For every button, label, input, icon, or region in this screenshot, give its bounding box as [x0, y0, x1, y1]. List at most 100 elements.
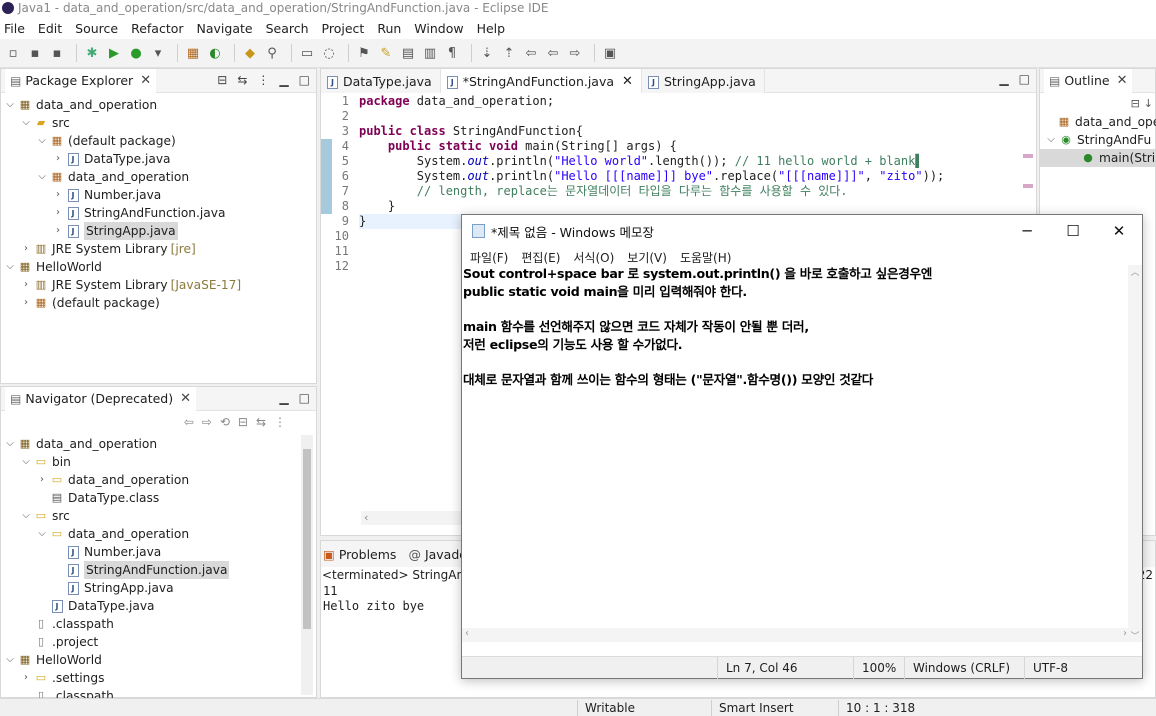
external-tools-icon[interactable]: ▾ [149, 44, 167, 62]
chevron-right-icon[interactable]: › [19, 240, 33, 258]
tree-item[interactable]: › ▥ JRE System Library [jre] [1, 240, 316, 258]
new-package-icon[interactable]: ▦ [184, 44, 202, 62]
notepad-text-area[interactable]: Sout control+space bar 로 system.out.prin… [462, 265, 1130, 645]
chevron-right-icon[interactable]: › [19, 669, 33, 687]
last-edit-icon[interactable]: ⇦ [522, 44, 540, 62]
tree-item[interactable]: J Number.java [1, 543, 301, 561]
tree-item[interactable]: › ▭ .settings [1, 669, 301, 687]
menu-search[interactable]: Search [266, 21, 309, 36]
chevron-down-icon[interactable]: ⌵ [3, 96, 17, 114]
tree-item[interactable]: ⌵ ▦ (default package) [1, 132, 316, 150]
tree-item[interactable]: J StringApp.java [1, 579, 301, 597]
tree-item[interactable]: ⌵ ▦ data_and_operation [1, 96, 316, 114]
menu-refactor[interactable]: Refactor [131, 21, 183, 36]
tree-item[interactable]: ⌵ ◉ StringAndFu [1040, 131, 1155, 149]
chevron-down-icon[interactable]: ⌵ [35, 168, 49, 186]
block-selection-icon[interactable]: ▤ [399, 44, 417, 62]
minimize-icon[interactable]: ▁ [999, 72, 1008, 86]
minimize-icon[interactable]: ─ [1004, 215, 1050, 247]
tree-item[interactable]: ⌵ ▭ src [1, 507, 301, 525]
close-icon[interactable]: ✕ [1096, 215, 1142, 247]
notepad-menu-edit[interactable]: 편집(E) [521, 249, 560, 266]
search-icon[interactable]: ⚲ [263, 44, 281, 62]
collapse-all-icon[interactable]: ⊟ [238, 415, 248, 429]
menu-window[interactable]: Window [414, 21, 463, 36]
tree-item[interactable]: ▯ .classpath [1, 615, 301, 633]
editor-tab-datatype[interactable]: J DataType.java [321, 69, 441, 93]
new-class-icon[interactable]: ◐ [206, 44, 224, 62]
menu-source[interactable]: Source [75, 21, 118, 36]
close-icon[interactable]: ✕ [140, 73, 151, 88]
run-icon[interactable]: ▶ [105, 44, 123, 62]
maximize-icon[interactable]: □ [299, 73, 310, 87]
scroll-left-icon[interactable]: ‹ [465, 628, 469, 639]
chevron-right-icon[interactable]: › [35, 471, 49, 489]
tree-item[interactable]: ⌵ ▦ HelloWorld [1, 651, 301, 669]
chevron-right-icon[interactable]: › [19, 294, 33, 312]
notepad-menu-file[interactable]: 파일(F) [470, 249, 508, 266]
chevron-right-icon[interactable]: › [19, 276, 33, 294]
new-icon[interactable]: ▫ [4, 44, 22, 62]
coverage-icon[interactable]: ● [127, 44, 145, 62]
scroll-down-icon[interactable]: ﹀ [1128, 629, 1142, 642]
overview-marker[interactable] [1023, 154, 1033, 158]
pin-editor-icon[interactable]: ▣ [601, 44, 619, 62]
notepad-menu-format[interactable]: 서식(O) [573, 249, 614, 266]
tree-item[interactable]: › ▭ data_and_operation [1, 471, 301, 489]
chevron-right-icon[interactable]: › [51, 204, 65, 222]
notepad-menu-view[interactable]: 보기(V) [627, 249, 667, 266]
maximize-icon[interactable]: ☐ [1050, 215, 1096, 247]
menu-project[interactable]: Project [322, 21, 365, 36]
notepad-horizontal-scrollbar[interactable]: ‹ › [462, 628, 1130, 642]
tree-item[interactable]: ▯ .project [1, 633, 301, 651]
save-all-icon[interactable]: ▪ [48, 44, 66, 62]
console-icon[interactable]: ▭ [298, 44, 316, 62]
menu-help[interactable]: Help [477, 21, 506, 36]
open-type-icon[interactable]: ◆ [241, 44, 259, 62]
notepad-menu-help[interactable]: 도움말(H) [680, 249, 732, 266]
tree-item[interactable]: ⌵ ▦ data_and_operation [1, 435, 301, 453]
previous-annotation-icon[interactable]: ⇡ [500, 44, 518, 62]
editor-tab-stringapp[interactable]: J StringApp.java [641, 69, 765, 93]
view-menu-icon[interactable]: ⋮ [257, 73, 269, 87]
tree-item[interactable]: ⌵ ▭ data_and_operation [1, 525, 301, 543]
tree-item[interactable]: › J DataType.java [1, 150, 316, 168]
tree-item[interactable]: › J StringAndFunction.java [1, 204, 316, 222]
sort-icon[interactable]: ↓ [1144, 97, 1153, 110]
close-icon[interactable]: ✕ [1117, 73, 1128, 88]
scroll-up-icon[interactable]: ︿ [1128, 265, 1142, 278]
minimize-icon[interactable]: ▁ [279, 391, 288, 405]
menu-navigate[interactable]: Navigate [197, 21, 253, 36]
outline-tab[interactable]: ▤ Outline ✕ [1044, 68, 1133, 93]
maximize-icon[interactable]: □ [1019, 72, 1030, 86]
menu-file[interactable]: File [4, 21, 25, 36]
chevron-right-icon[interactable]: › [51, 222, 65, 240]
chevron-down-icon[interactable]: ⌵ [35, 132, 49, 150]
up-icon[interactable]: ⟲ [220, 415, 230, 429]
view-menu-icon[interactable]: ⋮ [274, 415, 286, 429]
package-explorer-tab[interactable]: ▤ Package Explorer ✕ [5, 68, 157, 93]
notepad-vertical-scrollbar[interactable]: ︿ ﹀ [1128, 265, 1142, 642]
show-whitespace-icon[interactable]: ¶ [443, 44, 461, 62]
toggle-breadcrumb-icon[interactable]: ⚑ [355, 44, 373, 62]
menu-edit[interactable]: Edit [38, 21, 62, 36]
collapse-all-icon[interactable]: ⊟ [217, 73, 227, 87]
debug-icon[interactable]: ✱ [83, 44, 101, 62]
tree-item[interactable]: ⌵ ▰ src [1, 114, 316, 132]
scroll-right-icon[interactable]: › [1123, 628, 1127, 639]
chevron-right-icon[interactable]: › [51, 150, 65, 168]
link-with-editor-icon[interactable]: ⇆ [256, 415, 266, 429]
tree-item-selected[interactable]: › J StringApp.java [1, 222, 316, 240]
tree-item[interactable]: ⌵ ▦ data_and_operation [1, 168, 316, 186]
back-icon[interactable]: ⇦ [544, 44, 562, 62]
overview-marker[interactable] [1023, 184, 1033, 188]
tree-item[interactable]: ⌵ ▭ bin [1, 453, 301, 471]
chevron-right-icon[interactable]: › [51, 186, 65, 204]
tab-problems[interactable]: Problems [339, 547, 397, 562]
collapse-all-icon[interactable]: ⊟ [1131, 97, 1140, 110]
forward-icon[interactable]: ⇨ [202, 415, 212, 429]
chevron-down-icon[interactable]: ⌵ [1044, 131, 1058, 149]
chevron-down-icon[interactable]: ⌵ [19, 114, 33, 132]
minimize-icon[interactable]: ▁ [279, 73, 288, 87]
close-icon[interactable]: ✕ [180, 391, 191, 406]
